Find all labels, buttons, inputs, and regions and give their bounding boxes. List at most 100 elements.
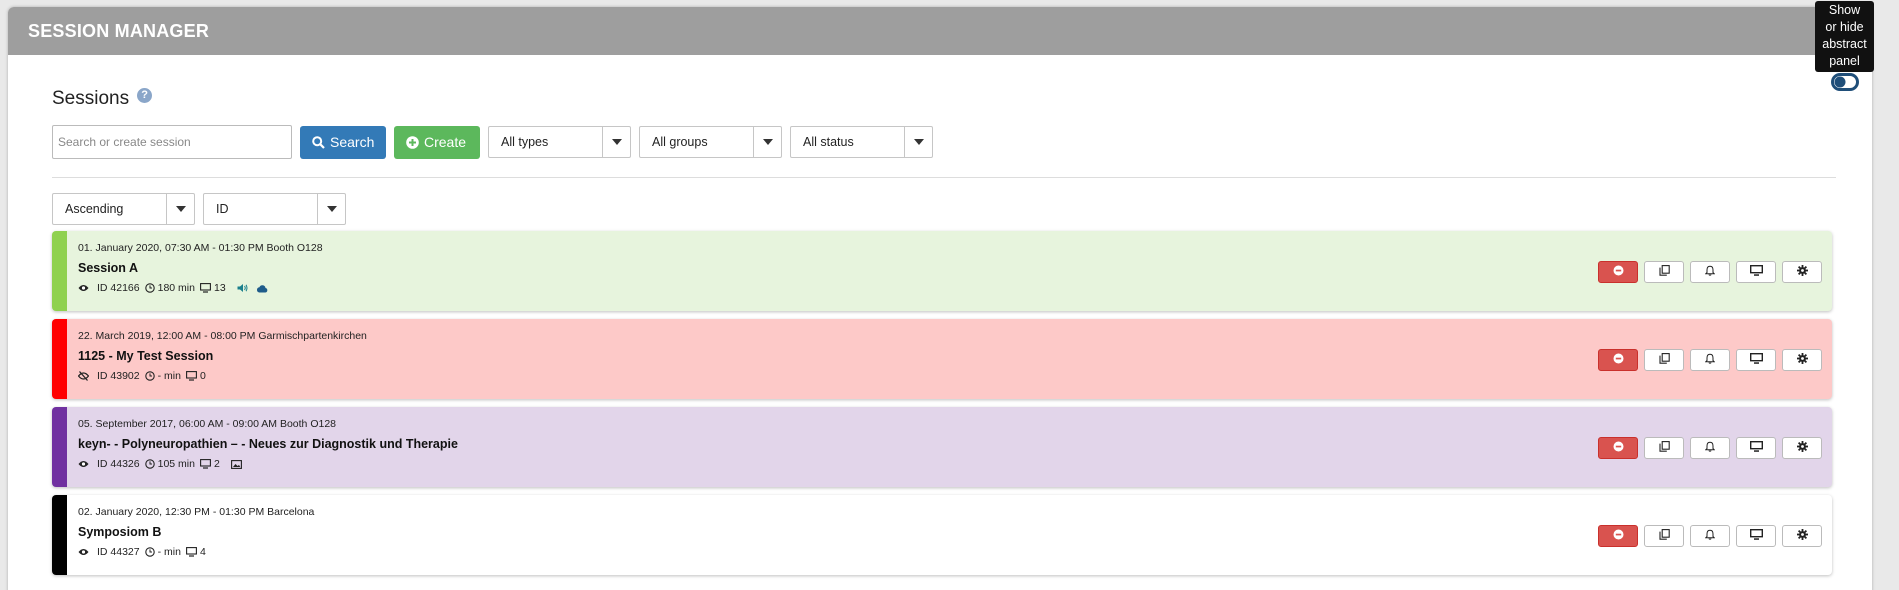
sort-field-select[interactable]: ID — [203, 193, 346, 225]
copy-icon — [1658, 527, 1670, 545]
toggle-icon[interactable] — [1831, 73, 1859, 96]
session-id: ID 44327 — [97, 546, 140, 558]
chevron-down-icon — [904, 127, 932, 157]
copy-icon — [1658, 263, 1670, 281]
notify-session-button[interactable] — [1690, 525, 1730, 547]
session-id: ID 44326 — [97, 458, 140, 470]
bell-icon — [1704, 263, 1716, 281]
session-color-bar — [52, 319, 67, 399]
session-title[interactable]: Symposiom B — [78, 525, 314, 539]
sort-row: Ascending ID — [52, 193, 1828, 225]
session-color-bar — [52, 407, 67, 487]
session-title[interactable]: Session A — [78, 261, 323, 275]
eye-slash-icon — [78, 371, 92, 381]
session-settings-button[interactable] — [1782, 525, 1822, 547]
copy-session-button[interactable] — [1644, 437, 1684, 459]
session-color-bar — [52, 231, 67, 311]
sort-order-select[interactable]: Ascending — [52, 193, 195, 225]
session-row[interactable]: 05. September 2017, 06:00 AM - 09:00 AM … — [52, 407, 1832, 487]
session-duration: 180 min — [157, 282, 195, 294]
type-filter-select[interactable]: All types — [488, 126, 631, 158]
session-date: 02. January 2020, 12:30 PM - 01:30 PM Ba… — [78, 506, 315, 518]
gear-icon — [1796, 351, 1808, 369]
monitor-icon: 4 — [186, 546, 206, 558]
minus-circle-icon — [1613, 439, 1624, 457]
monitor-icon: 13 — [200, 282, 226, 294]
bell-icon — [1704, 439, 1716, 457]
bell-icon — [1704, 527, 1716, 545]
eye-icon — [78, 548, 92, 556]
chevron-down-icon — [317, 194, 345, 224]
plus-circle-icon — [406, 135, 419, 149]
present-session-button[interactable] — [1736, 437, 1776, 459]
minus-circle-icon — [1613, 263, 1624, 281]
present-session-button[interactable] — [1736, 525, 1776, 547]
remove-session-button[interactable] — [1598, 261, 1638, 283]
chevron-down-icon — [753, 127, 781, 157]
copy-icon — [1658, 439, 1670, 457]
gear-icon — [1796, 439, 1808, 457]
minus-circle-icon — [1613, 351, 1624, 369]
session-duration: - min — [157, 546, 181, 558]
session-settings-button[interactable] — [1782, 437, 1822, 459]
create-button-label: Create — [424, 134, 467, 150]
clock-icon: - min — [144, 370, 181, 382]
minus-circle-icon — [1613, 527, 1624, 545]
session-title[interactable]: keyn- - Polyneuropathien – - Neues zur D… — [78, 437, 458, 451]
notify-session-button[interactable] — [1690, 261, 1730, 283]
session-title[interactable]: 1125 - My Test Session — [78, 349, 367, 363]
bell-icon — [1704, 351, 1716, 369]
session-screens: 4 — [199, 546, 206, 558]
clock-icon: 105 min — [144, 458, 195, 470]
present-session-button[interactable] — [1736, 349, 1776, 371]
divider — [52, 177, 1836, 178]
session-row[interactable]: 02. January 2020, 12:30 PM - 01:30 PM Ba… — [52, 495, 1832, 575]
remove-session-button[interactable] — [1598, 437, 1638, 459]
session-settings-button[interactable] — [1782, 349, 1822, 371]
session-list: 01. January 2020, 07:30 AM - 01:30 PM Bo… — [52, 231, 1832, 575]
gear-icon — [1796, 263, 1808, 281]
eye-icon — [78, 284, 92, 292]
session-row[interactable]: 22. March 2019, 12:00 AM - 08:00 PM Garm… — [52, 319, 1832, 399]
notify-session-button[interactable] — [1690, 437, 1730, 459]
status-filter-select[interactable]: All status — [790, 126, 933, 158]
session-duration: - min — [157, 370, 181, 382]
notify-session-button[interactable] — [1690, 349, 1730, 371]
copy-session-button[interactable] — [1644, 525, 1684, 547]
session-date: 05. September 2017, 06:00 AM - 09:00 AM … — [78, 418, 337, 430]
search-button[interactable]: Search — [300, 125, 386, 159]
remove-session-button[interactable] — [1598, 349, 1638, 371]
present-session-button[interactable] — [1736, 261, 1776, 283]
search-button-label: Search — [330, 134, 375, 150]
group-filter-select[interactable]: All groups — [639, 126, 782, 158]
session-screens: 0 — [199, 370, 206, 382]
session-screens: 13 — [213, 282, 226, 294]
help-icon[interactable]: ? — [137, 87, 153, 103]
session-screens: 2 — [213, 458, 220, 470]
create-button[interactable]: Create — [394, 125, 480, 159]
session-settings-button[interactable] — [1782, 261, 1822, 283]
panel-header: SESSION MANAGER — [8, 7, 1872, 55]
session-manager-panel: SESSION MANAGER Sessions ? Search Create… — [8, 7, 1872, 590]
monitor-icon: 2 — [200, 458, 220, 470]
session-row[interactable]: 01. January 2020, 07:30 AM - 01:30 PM Bo… — [52, 231, 1832, 311]
session-id: ID 43902 — [97, 370, 140, 382]
cloud-icon — [256, 284, 271, 293]
copy-session-button[interactable] — [1644, 261, 1684, 283]
session-duration: 105 min — [157, 458, 195, 470]
page-title: Sessions — [52, 88, 130, 109]
session-color-bar — [52, 495, 67, 575]
monitor-icon: 0 — [186, 370, 206, 382]
copy-session-button[interactable] — [1644, 349, 1684, 371]
eye-icon — [78, 460, 92, 468]
desktop-icon — [1749, 263, 1763, 281]
session-date: 01. January 2020, 07:30 AM - 01:30 PM Bo… — [78, 242, 323, 254]
session-date: 22. March 2019, 12:00 AM - 08:00 PM Garm… — [78, 330, 367, 342]
clock-icon: 180 min — [144, 282, 195, 294]
desktop-icon — [1749, 439, 1763, 457]
remove-session-button[interactable] — [1598, 525, 1638, 547]
abstract-panel-tooltip: Show or hide abstract panel — [1815, 1, 1874, 72]
search-input[interactable] — [52, 125, 292, 159]
copy-icon — [1658, 351, 1670, 369]
gear-icon — [1796, 527, 1808, 545]
